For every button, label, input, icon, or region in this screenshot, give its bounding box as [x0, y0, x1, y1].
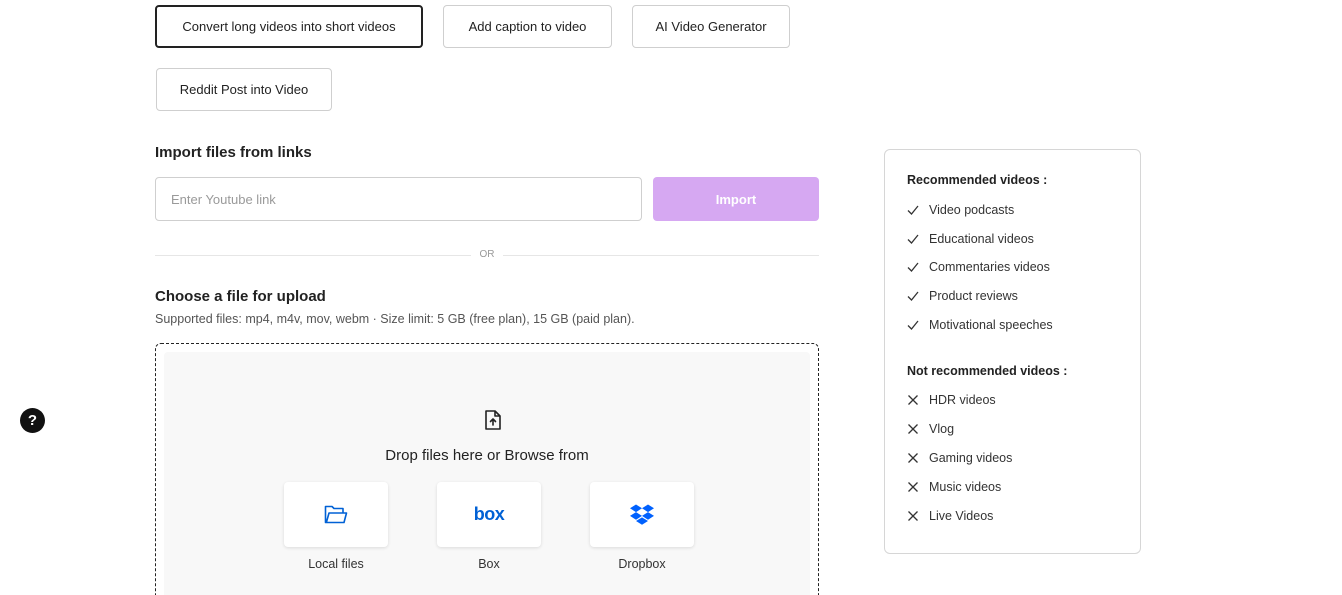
check-icon [907, 205, 919, 215]
recommended-item: Educational videos [907, 232, 1034, 246]
box-card[interactable]: box [437, 482, 541, 547]
not-recommended-item: Live Videos [907, 509, 993, 523]
recommended-item-label: Commentaries videos [929, 260, 1050, 274]
recommended-heading: Recommended videos : [907, 173, 1048, 187]
drop-files-text: Drop files here or Browse from [385, 447, 589, 464]
folder-icon [324, 505, 348, 523]
check-icon [907, 320, 919, 330]
check-icon [907, 262, 919, 272]
file-upload-icon [485, 410, 501, 430]
import-section-title: Import files from links [155, 144, 312, 161]
not-recommended-item-label: Gaming videos [929, 451, 1013, 465]
dropbox-label: Dropbox [618, 557, 666, 571]
video-recommendations-panel: Recommended videos : Video podcasts Educ… [884, 149, 1141, 554]
recommended-item: Motivational speeches [907, 318, 1053, 332]
recommended-item-label: Educational videos [929, 232, 1034, 246]
local-files-label: Local files [308, 557, 364, 571]
tool-convert-long-videos-button[interactable]: Convert long videos into short videos [155, 5, 423, 48]
recommended-item: Commentaries videos [907, 260, 1050, 274]
source-local-files[interactable]: Local files [284, 482, 388, 571]
help-icon[interactable]: ? [20, 408, 45, 433]
not-recommended-item-label: Music videos [929, 480, 1002, 494]
youtube-link-input[interactable] [155, 177, 642, 221]
source-box[interactable]: box Box [437, 482, 541, 571]
x-icon [908, 453, 918, 463]
dropbox-card[interactable] [590, 482, 694, 547]
x-icon [908, 482, 918, 492]
tool-add-caption-button[interactable]: Add caption to video [443, 5, 612, 48]
check-icon [907, 291, 919, 301]
recommended-item-label: Video podcasts [929, 203, 1015, 217]
not-recommended-item: HDR videos [907, 393, 996, 407]
not-recommended-item-label: Vlog [929, 422, 955, 436]
recommended-item-label: Product reviews [929, 289, 1018, 303]
not-recommended-item: Gaming videos [907, 451, 1012, 465]
x-icon [908, 395, 918, 405]
recommended-item: Product reviews [907, 289, 1018, 303]
x-icon [908, 511, 918, 521]
file-dropzone[interactable]: Drop files here or Browse from Local fil… [155, 343, 819, 595]
not-recommended-item: Vlog [907, 422, 954, 436]
not-recommended-heading: Not recommended videos : [907, 364, 1068, 378]
import-button[interactable]: Import [653, 177, 819, 221]
box-logo-icon: box [473, 504, 505, 524]
divider-left [155, 255, 471, 256]
dropbox-icon [630, 504, 654, 525]
supported-files-text: Supported files: mp4, m4v, mov, webm · S… [155, 312, 635, 326]
x-icon [908, 424, 918, 434]
recommended-item-label: Motivational speeches [929, 318, 1053, 332]
box-label: Box [478, 557, 500, 571]
or-divider-text: OR [479, 249, 495, 260]
divider-right [503, 255, 819, 256]
upload-section-title: Choose a file for upload [155, 288, 326, 305]
local-files-card[interactable] [284, 482, 388, 547]
tool-ai-video-generator-button[interactable]: AI Video Generator [632, 5, 790, 48]
not-recommended-item-label: Live Videos [929, 509, 994, 523]
tool-reddit-post-button[interactable]: Reddit Post into Video [156, 68, 332, 111]
not-recommended-item: Music videos [907, 480, 1001, 494]
not-recommended-item-label: HDR videos [929, 393, 996, 407]
source-dropbox[interactable]: Dropbox [590, 482, 694, 571]
check-icon [907, 234, 919, 244]
recommended-item: Video podcasts [907, 203, 1014, 217]
dropzone-area: Drop files here or Browse from Local fil… [164, 352, 810, 595]
